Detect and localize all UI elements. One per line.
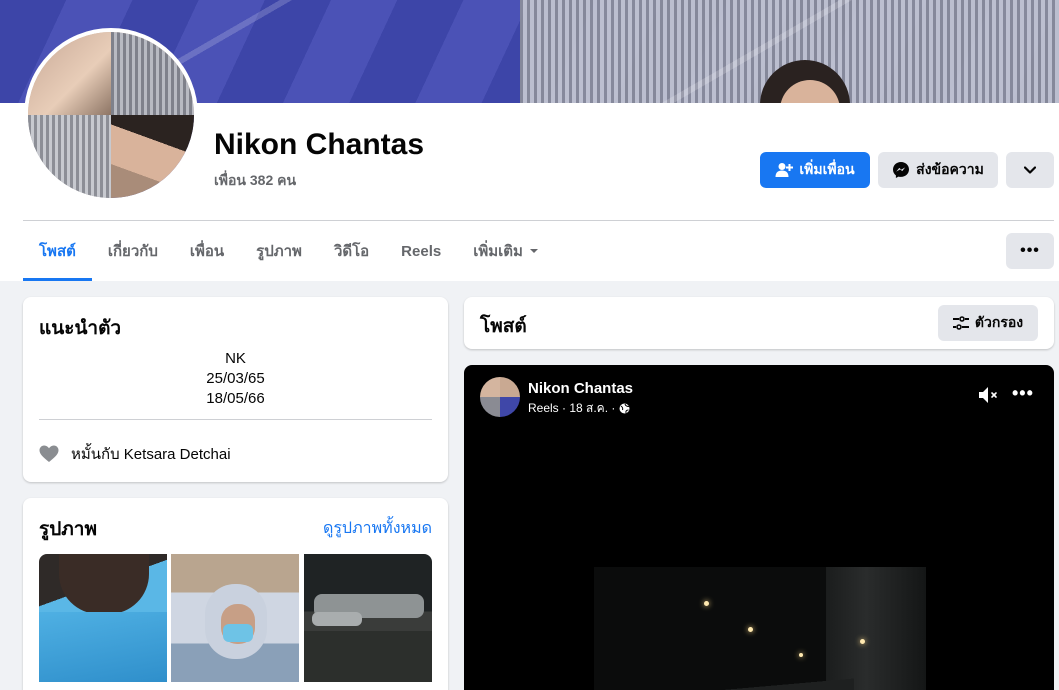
- filter-button[interactable]: ตัวกรอง: [938, 305, 1038, 341]
- tabs-more-options-button[interactable]: •••: [1006, 233, 1054, 269]
- photos-card: รูปภาพ ดูรูปภาพทั้งหมด: [23, 498, 448, 690]
- mute-button[interactable]: [977, 385, 1001, 410]
- video-light: [860, 639, 865, 644]
- filter-icon: [952, 316, 969, 330]
- video-track: [654, 677, 854, 690]
- photo-thumbnail[interactable]: [39, 554, 167, 682]
- tab-friends[interactable]: เพื่อน: [174, 221, 240, 281]
- more-dots-icon: •••: [1020, 242, 1040, 259]
- more-dots-icon: •••: [1012, 383, 1034, 403]
- relationship-text[interactable]: หมั้นกับ Ketsara Detchai: [71, 442, 231, 466]
- photo-thumbnail[interactable]: [171, 554, 299, 682]
- speaker-muted-icon: [979, 387, 997, 403]
- reel-video[interactable]: [594, 567, 926, 690]
- video-light: [748, 627, 753, 632]
- filter-label: ตัวกรอง: [974, 314, 1024, 330]
- avatar-tile: [111, 115, 194, 198]
- profile-options-button[interactable]: [1006, 152, 1054, 188]
- intro-bio: NK 25/03/65 18/05/66: [23, 349, 448, 409]
- profile-avatar[interactable]: [24, 28, 198, 202]
- bio-line: 18/05/66: [206, 390, 265, 407]
- photos-title: รูปภาพ: [39, 519, 97, 540]
- video-light: [704, 601, 709, 606]
- tab-videos[interactable]: วิดีโอ: [318, 221, 385, 281]
- intro-divider: [39, 419, 432, 420]
- message-label: ส่งข้อความ: [916, 161, 984, 177]
- friends-count[interactable]: เพื่อน 382 คน: [214, 170, 296, 192]
- bio-line: NK: [225, 350, 246, 367]
- tab-reels[interactable]: Reels: [385, 221, 457, 281]
- post-meta-text[interactable]: Reels · 18 ส.ค. ·: [528, 399, 615, 418]
- photo-hair-shape: [59, 554, 149, 614]
- add-friend-label: เพิ่มเพื่อน: [799, 161, 855, 177]
- messenger-icon: [893, 162, 910, 178]
- see-all-photos-link[interactable]: ดูรูปภาพทั้งหมด: [323, 516, 432, 541]
- avatar-image: [28, 32, 194, 198]
- intro-card: แนะนำตัว NK 25/03/65 18/05/66 หมั้นกับ K…: [23, 297, 448, 482]
- globe-icon: [619, 403, 630, 414]
- relationship-row: หมั้นกับ Ketsara Detchai: [39, 442, 231, 466]
- bio-line: 25/03/65: [206, 370, 265, 387]
- photo-thumbnail[interactable]: [304, 554, 432, 682]
- video-train-wall: [826, 567, 926, 690]
- intro-title: แนะนำตัว: [39, 318, 122, 339]
- reel-post[interactable]: Nikon Chantas Reels · 18 ส.ค. · •••: [464, 365, 1054, 690]
- posts-header-card: โพสต์ ตัวกรอง: [464, 297, 1054, 349]
- tab-posts[interactable]: โพสต์: [23, 221, 92, 281]
- photo-shirt-shape: [39, 612, 167, 682]
- caret-down-icon: [529, 249, 538, 253]
- profile-name: Nikon Chantas: [214, 128, 425, 161]
- post-options-button[interactable]: •••: [1012, 383, 1034, 404]
- heart-icon: [39, 445, 59, 462]
- avatar-tile: [28, 115, 111, 198]
- post-meta: Reels · 18 ส.ค. ·: [528, 399, 630, 418]
- photo-car-shape: [312, 612, 362, 626]
- chevron-down-icon: [1024, 166, 1036, 174]
- add-friend-button[interactable]: เพิ่มเพื่อน: [760, 152, 870, 188]
- tab-more-label: เพิ่มเติม: [473, 243, 523, 260]
- post-author-name[interactable]: Nikon Chantas: [528, 380, 633, 397]
- tab-photos[interactable]: รูปภาพ: [240, 221, 318, 281]
- avatar-tile: [111, 32, 194, 115]
- tab-more[interactable]: เพิ่มเติม: [457, 221, 555, 281]
- profile-tabs: โพสต์ เกี่ยวกับ เพื่อน รูปภาพ วิดีโอ Ree…: [23, 221, 555, 281]
- add-friend-icon: [775, 163, 794, 177]
- message-button[interactable]: ส่งข้อความ: [878, 152, 998, 188]
- avatar-tile: [28, 32, 111, 115]
- tab-about[interactable]: เกี่ยวกับ: [92, 221, 174, 281]
- posts-title: โพสต์: [480, 316, 527, 337]
- post-author-avatar[interactable]: [480, 377, 520, 417]
- photo-mask-shape: [223, 624, 253, 642]
- video-light: [799, 653, 803, 657]
